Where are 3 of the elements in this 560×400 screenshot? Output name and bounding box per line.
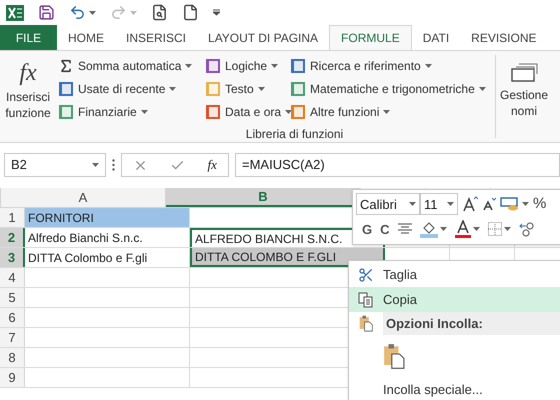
group-label: Libreria di funzioni bbox=[244, 126, 344, 143]
menu-section-header: Opzioni Incolla: bbox=[383, 312, 560, 335]
function-icon: fx bbox=[19, 59, 37, 87]
